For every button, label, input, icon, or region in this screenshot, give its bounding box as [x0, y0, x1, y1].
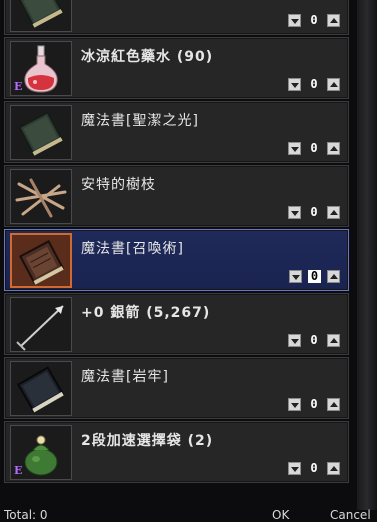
- enchant-badge: E: [14, 464, 23, 477]
- spellbook-dark-icon: [10, 361, 72, 416]
- quantity-stepper: 0: [284, 333, 340, 347]
- decrease-quantity-button[interactable]: [288, 333, 301, 347]
- spellbook-red-icon: [10, 233, 72, 288]
- decrease-quantity-button[interactable]: [288, 13, 301, 27]
- enchant-badge: E: [14, 80, 23, 93]
- silver-arrow-icon: [10, 297, 72, 352]
- quantity-stepper: 0: [285, 269, 340, 283]
- item-name: 魔法書[聖潔之光]: [81, 0, 199, 2]
- item-name: +0 銀箭 (5,267): [81, 305, 211, 321]
- quantity-input[interactable]: 0: [305, 397, 323, 411]
- item-name: 魔法書[召喚術]: [81, 241, 184, 257]
- item-row[interactable]: 魔法書[岩牢] 0: [4, 357, 349, 419]
- scrollbar[interactable]: [357, 0, 377, 519]
- quantity-stepper: 0: [284, 77, 340, 91]
- decrease-quantity-button[interactable]: [288, 77, 301, 91]
- item-row[interactable]: 魔法書[聖潔之光] 0: [4, 101, 349, 163]
- item-name: 魔法書[岩牢]: [81, 369, 169, 385]
- quantity-input[interactable]: 0: [305, 205, 323, 219]
- decrease-quantity-button[interactable]: [289, 269, 302, 283]
- branches-icon: [10, 169, 72, 224]
- decrease-quantity-button[interactable]: [288, 397, 301, 411]
- quantity-stepper: 0: [284, 205, 340, 219]
- quantity-stepper: 0: [284, 141, 340, 155]
- decrease-quantity-button[interactable]: [288, 141, 301, 155]
- increase-quantity-button[interactable]: [327, 13, 340, 27]
- quantity-stepper: 0: [284, 13, 340, 27]
- footer-total: Total: 0: [4, 508, 48, 522]
- increase-quantity-button[interactable]: [327, 141, 340, 155]
- increase-quantity-button[interactable]: [327, 205, 340, 219]
- quantity-input[interactable]: 0: [305, 461, 323, 475]
- quantity-stepper: 0: [284, 397, 340, 411]
- spellbook-green-icon: [10, 0, 72, 32]
- increase-quantity-button[interactable]: [327, 77, 340, 91]
- item-name: 魔法書[聖潔之光]: [81, 113, 199, 129]
- cancel-button[interactable]: Cancel: [330, 508, 371, 522]
- item-row[interactable]: 魔法書[聖潔之光] 0: [4, 0, 349, 35]
- item-row[interactable]: 安特的樹枝 0: [4, 165, 349, 227]
- red-potion-icon: E: [10, 41, 72, 96]
- quantity-input[interactable]: 0: [305, 333, 323, 347]
- quantity-input[interactable]: 0: [305, 13, 323, 27]
- item-list: 魔法書[聖潔之光]0E冰涼紅色藥水 (90)0魔法書[聖潔之光]0安特的樹枝0魔…: [0, 0, 355, 510]
- increase-quantity-button[interactable]: [327, 333, 340, 347]
- increase-quantity-button[interactable]: [327, 397, 340, 411]
- spellbook-green-icon: [10, 105, 72, 160]
- quantity-input[interactable]: 0: [305, 77, 323, 91]
- item-row[interactable]: E 2段加速選擇袋 (2) 0: [4, 421, 349, 483]
- item-row[interactable]: +0 銀箭 (5,267) 0: [4, 293, 349, 355]
- item-name: 2段加速選擇袋 (2): [81, 433, 214, 449]
- item-name: 冰涼紅色藥水 (90): [81, 49, 214, 65]
- ok-button[interactable]: OK: [272, 508, 289, 522]
- decrease-quantity-button[interactable]: [288, 461, 301, 475]
- increase-quantity-button[interactable]: [327, 461, 340, 475]
- decrease-quantity-button[interactable]: [288, 205, 301, 219]
- item-row[interactable]: E 冰涼紅色藥水 (90) 0: [4, 37, 349, 99]
- item-name: 安特的樹枝: [81, 177, 156, 193]
- quantity-input[interactable]: 0: [308, 269, 321, 283]
- item-row[interactable]: 魔法書[召喚術] 0: [4, 229, 349, 291]
- footer-bar: Total: 0 OK Cancel: [0, 508, 377, 522]
- quantity-stepper: 0: [284, 461, 340, 475]
- green-pouch-icon: E: [10, 425, 72, 480]
- quantity-input[interactable]: 0: [305, 141, 323, 155]
- increase-quantity-button[interactable]: [327, 269, 340, 283]
